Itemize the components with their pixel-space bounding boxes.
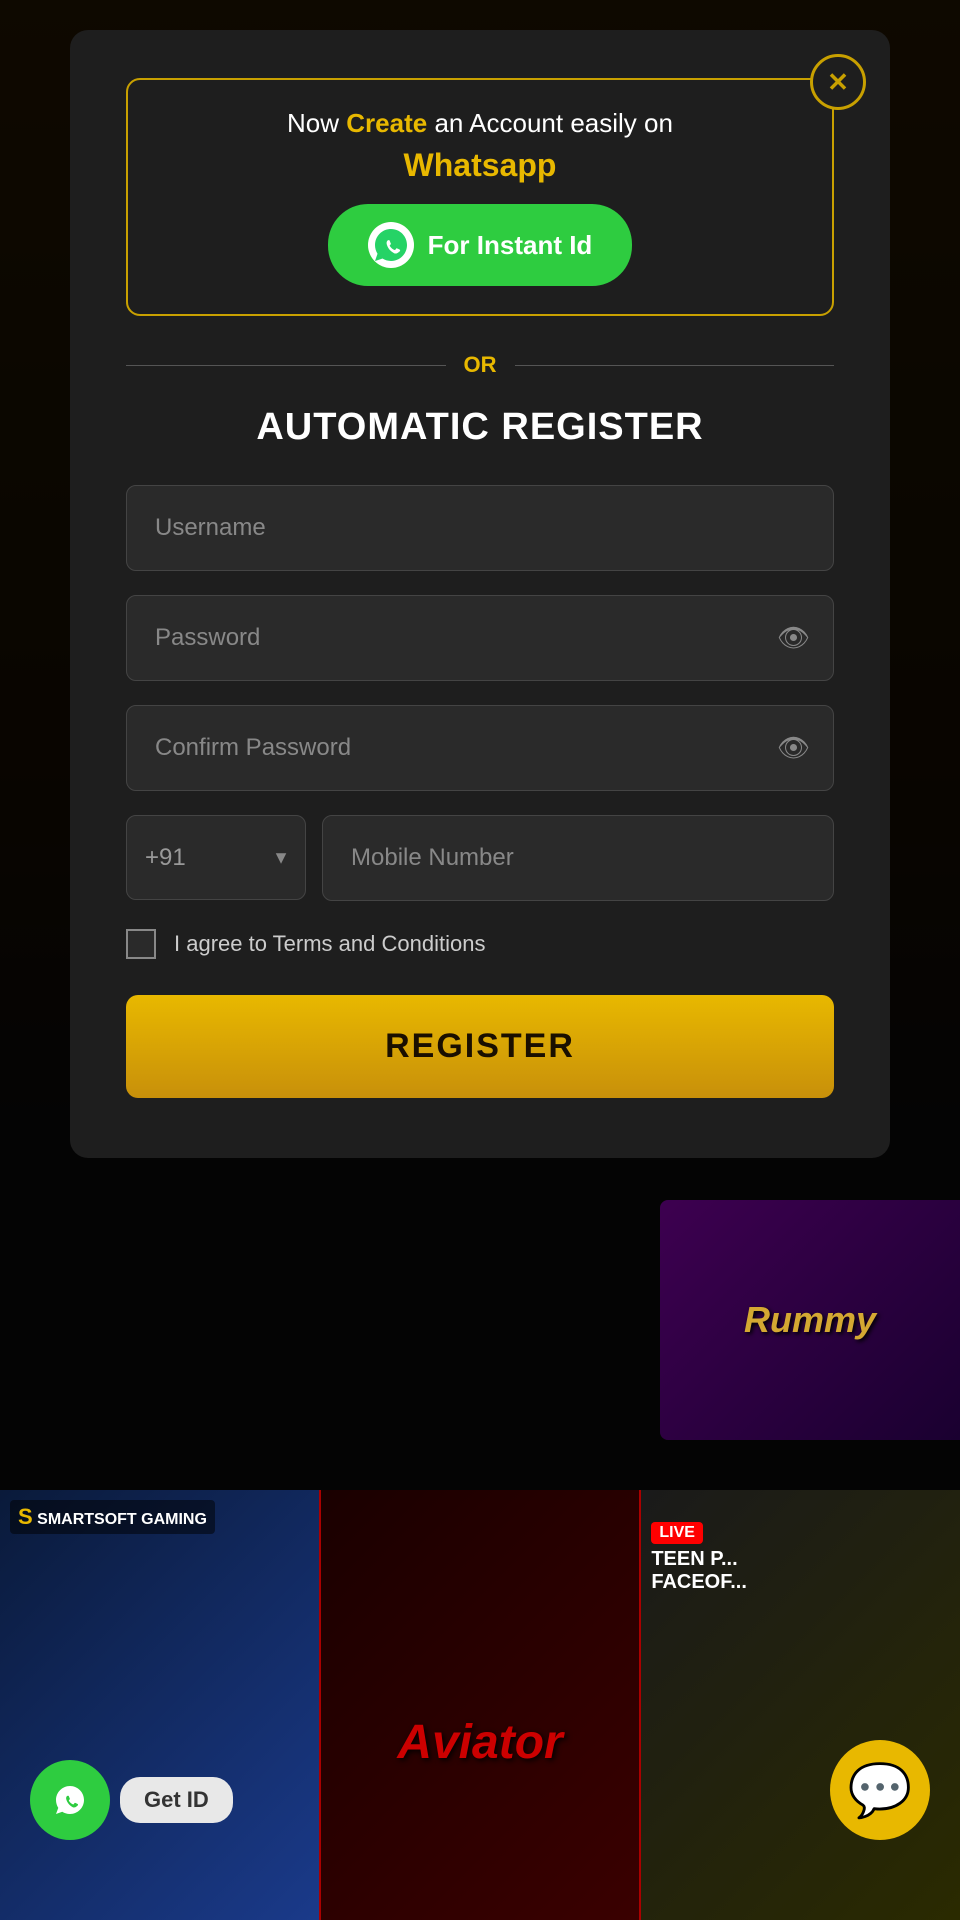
confirm-password-input[interactable]	[126, 705, 834, 791]
whatsapp-logo-icon	[368, 222, 414, 268]
smartsoft-card[interactable]: S SMARTSOFT GAMING	[0, 1490, 319, 1920]
or-text: OR	[464, 352, 497, 378]
live-badge: LIVE	[651, 1522, 703, 1544]
mobile-number-input[interactable]	[322, 815, 834, 901]
username-input[interactable]	[126, 485, 834, 571]
phone-row: +91 +1 +44 ▼	[126, 815, 834, 901]
rummy-game-card[interactable]: Rummy	[660, 1200, 960, 1440]
terms-row: I agree to Terms and Conditions	[126, 929, 834, 959]
close-icon: ✕	[827, 67, 849, 98]
faceoff-name: FACEOF...	[651, 1571, 747, 1593]
terms-checkbox[interactable]	[126, 929, 156, 959]
confirm-password-group: 👁	[126, 705, 834, 791]
intro-highlight: Create	[346, 108, 427, 138]
whatsapp-instant-id-button[interactable]: For Instant Id	[328, 204, 633, 286]
terms-label: I agree to Terms and Conditions	[174, 931, 485, 957]
smartsoft-icon: S	[18, 1504, 33, 1529]
password-group: 👁	[126, 595, 834, 681]
rummy-label: Rummy	[744, 1299, 876, 1341]
whatsapp-float-button[interactable]: Get ID	[30, 1760, 233, 1840]
password-toggle-icon[interactable]: 👁	[777, 623, 810, 654]
whatsapp-float-icon	[30, 1760, 110, 1840]
teenpatti-label: LIVE TEEN P... FACEOF...	[651, 1520, 747, 1594]
password-input[interactable]	[126, 595, 834, 681]
whatsapp-btn-label: For Instant Id	[428, 230, 593, 261]
chatbot-float-button[interactable]: 💬	[830, 1740, 930, 1840]
aviator-card[interactable]: Aviator	[319, 1490, 642, 1920]
modal-wrap: ✕ Now Create an Account easily on Whatsa…	[0, 0, 960, 1158]
username-group	[126, 485, 834, 571]
divider-line-right	[515, 365, 835, 366]
get-id-label: Get ID	[120, 1777, 233, 1823]
section-title: AUTOMATIC REGISTER	[126, 406, 834, 449]
smartsoft-text: SMARTSOFT GAMING	[37, 1511, 207, 1528]
aviator-label: Aviator	[397, 1715, 562, 1770]
intro-prefix: Now	[287, 108, 339, 138]
divider-line-left	[126, 365, 446, 366]
whatsapp-box: Now Create an Account easily on Whatsapp…	[126, 78, 834, 316]
or-divider: OR	[126, 352, 834, 378]
whatsapp-intro-text: Now Create an Account easily on	[152, 108, 808, 139]
chat-icon: 💬	[848, 1760, 913, 1821]
confirm-password-toggle-icon[interactable]: 👁	[777, 733, 810, 764]
smartsoft-label: S SMARTSOFT GAMING	[10, 1500, 215, 1534]
close-button[interactable]: ✕	[810, 54, 866, 110]
country-code-wrap: +91 +1 +44 ▼	[126, 815, 306, 901]
register-modal: ✕ Now Create an Account easily on Whatsa…	[70, 30, 890, 1158]
register-button[interactable]: REGISTER	[126, 995, 834, 1098]
teenpatti-name: TEEN P...	[651, 1548, 737, 1570]
bottom-game-cards: S SMARTSOFT GAMING Aviator LIVE TEEN P..…	[0, 1490, 960, 1920]
whatsapp-name-text: Whatsapp	[152, 147, 808, 184]
country-code-select[interactable]: +91 +1 +44	[126, 815, 306, 900]
intro-suffix: an Account easily on	[434, 108, 673, 138]
teenpatti-card[interactable]: LIVE TEEN P... FACEOF...	[641, 1490, 960, 1920]
